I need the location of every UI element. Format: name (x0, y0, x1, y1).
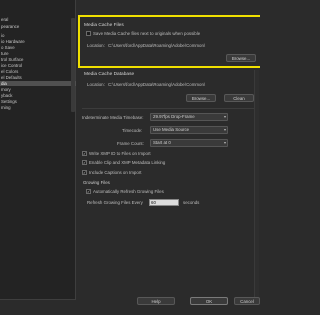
cache-files-location-label: Location: (87, 43, 105, 48)
timecode-value: Use Media Source (153, 127, 190, 132)
cancel-button[interactable]: Cancel (234, 297, 260, 305)
help-button[interactable]: Help (137, 297, 175, 305)
enable-clip-linking-checkbox[interactable]: ✓ (82, 160, 87, 165)
timebase-label: Indeterminate Media Timebase: (82, 115, 144, 120)
cache-files-location-path: C:\Users\ford\AppData\Roaming\Adobe\Comm… (108, 43, 206, 48)
section-divider (82, 108, 254, 109)
content-scrollbar[interactable] (254, 70, 259, 298)
sidebar-item-device-control[interactable]: ice Control (0, 63, 76, 68)
refresh-every-label: Refresh Growing Files Every (87, 200, 143, 205)
sidebar-item-timing[interactable]: ming (0, 105, 76, 110)
frame-count-label: Frame Count: (117, 141, 144, 146)
enable-clip-linking-label: Enable Clip and XMP Metadata Linking (89, 160, 166, 165)
media-cache-files-header: Media Cache Files (84, 23, 124, 28)
frame-count-select[interactable]: Start at 0 ▾ (150, 139, 228, 147)
write-xmp-checkbox[interactable]: ✓ (82, 151, 87, 156)
timecode-select[interactable]: Use Media Source ▾ (150, 126, 228, 134)
sidebar-item-playback[interactable]: yback (0, 93, 76, 98)
ok-button[interactable]: OK (190, 297, 228, 305)
auto-refresh-label: Automatically Refresh Growing Files (93, 189, 164, 194)
chevron-down-icon: ▾ (223, 127, 226, 132)
timebase-value: 29.97fps Drop-Frame (153, 114, 195, 119)
save-next-to-originals-label: Save Media Cache files next to originals… (93, 31, 201, 36)
sidebar-item-audio-hardware[interactable]: io Hardware (0, 39, 76, 44)
sidebar-item-media[interactable]: dia (0, 81, 76, 87)
save-next-to-originals-checkbox[interactable] (86, 31, 91, 36)
chevron-down-icon: ▾ (223, 140, 226, 145)
timecode-label: Timecode: (122, 128, 143, 133)
chevron-down-icon: ▾ (223, 114, 226, 119)
seconds-label: seconds (183, 200, 200, 205)
auto-refresh-checkbox[interactable]: ✓ (86, 189, 91, 194)
sidebar-item-label-colors[interactable]: el Colors (0, 69, 76, 74)
cache-database-location-path: C:\Users\ford\AppData\Roaming\Adobe\Comm… (108, 82, 206, 87)
frame-count-value: Start at 0 (153, 140, 171, 145)
sidebar-item-label-defaults[interactable]: el Defaults (0, 75, 76, 80)
sidebar-item-appearance[interactable]: pearance (0, 24, 76, 29)
sidebar-scrollbar[interactable] (71, 18, 75, 112)
media-cache-database-header: Media Cache Database (84, 72, 135, 77)
timebase-select[interactable]: 29.97fps Drop-Frame ▾ (150, 113, 228, 121)
sidebar-item-audio[interactable]: io (0, 33, 76, 38)
clean-button[interactable]: Clean (224, 94, 254, 102)
sidebar-item-capture[interactable]: ture (0, 51, 76, 56)
write-xmp-label: Write XMP ID to Files on Import (89, 151, 151, 156)
cache-files-browse-button[interactable]: Browse... (226, 54, 256, 62)
growing-files-header: Growing Files (83, 180, 110, 185)
include-captions-label: Include Captions on Import (89, 170, 142, 175)
sidebar-item-control-surface[interactable]: trol Surface (0, 57, 76, 62)
refresh-interval-input[interactable]: 60 (149, 199, 179, 206)
sidebar-item-auto-save[interactable]: o Save (0, 45, 76, 50)
sidebar-item-general[interactable]: eral (0, 17, 76, 22)
sidebar-item-memory[interactable]: mory (0, 87, 76, 92)
cache-database-browse-button[interactable]: Browse... (186, 94, 216, 102)
cache-database-location-label: Location: (87, 82, 105, 87)
include-captions-checkbox[interactable]: ✓ (82, 170, 87, 175)
preferences-sidebar: eral pearance io io Hardware o Save ture… (0, 0, 76, 300)
sidebar-item-settings[interactable]: Settings (0, 99, 76, 104)
